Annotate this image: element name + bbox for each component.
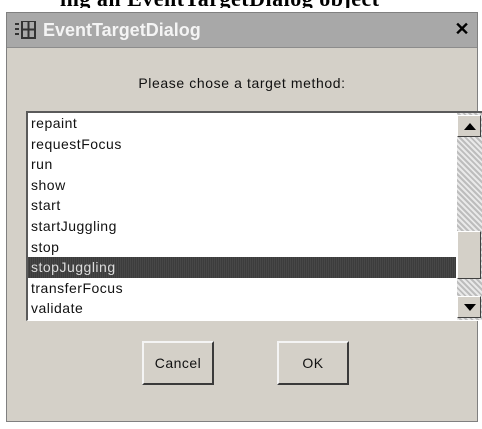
list-item[interactable]: run	[28, 154, 456, 175]
method-list[interactable]: repaint requestFocus run show start startJugg…	[28, 113, 456, 319]
scroll-up-button[interactable]	[457, 115, 481, 137]
list-item[interactable]: repaint	[28, 113, 456, 134]
list-item[interactable]: show	[28, 175, 456, 196]
close-icon[interactable]: ✕	[451, 18, 473, 40]
list-item[interactable]: transferFocus	[28, 278, 456, 299]
scroll-thumb[interactable]	[457, 230, 481, 279]
list-item[interactable]: startJuggling	[28, 216, 456, 237]
ok-button[interactable]: OK	[277, 341, 349, 385]
list-item[interactable]: stop	[28, 237, 456, 258]
list-item[interactable]: start	[28, 195, 456, 216]
event-target-dialog: EventTargetDialog ✕ Please chose a targe…	[6, 12, 482, 422]
heading-fragment-text: ing an EventTargetDialog object	[60, 0, 380, 8]
prompt-label: Please chose a target method:	[138, 75, 346, 91]
window-title: EventTargetDialog	[43, 20, 201, 40]
arrow-down-icon	[464, 304, 476, 311]
heading-fragment: ing an EventTargetDialog object	[60, 0, 480, 8]
list-item[interactable]: stopJuggling	[28, 257, 456, 278]
arrow-up-icon	[464, 123, 476, 130]
app-icon	[15, 20, 37, 39]
title-bar[interactable]: EventTargetDialog ✕	[7, 13, 477, 48]
cancel-button[interactable]: Cancel	[142, 341, 214, 385]
list-item[interactable]: requestFocus	[28, 134, 456, 155]
scroll-down-button[interactable]	[457, 296, 481, 318]
vertical-scrollbar[interactable]	[457, 113, 482, 320]
list-item[interactable]: validate	[28, 298, 456, 319]
method-listbox[interactable]: repaint requestFocus run show start startJugg…	[26, 111, 482, 321]
